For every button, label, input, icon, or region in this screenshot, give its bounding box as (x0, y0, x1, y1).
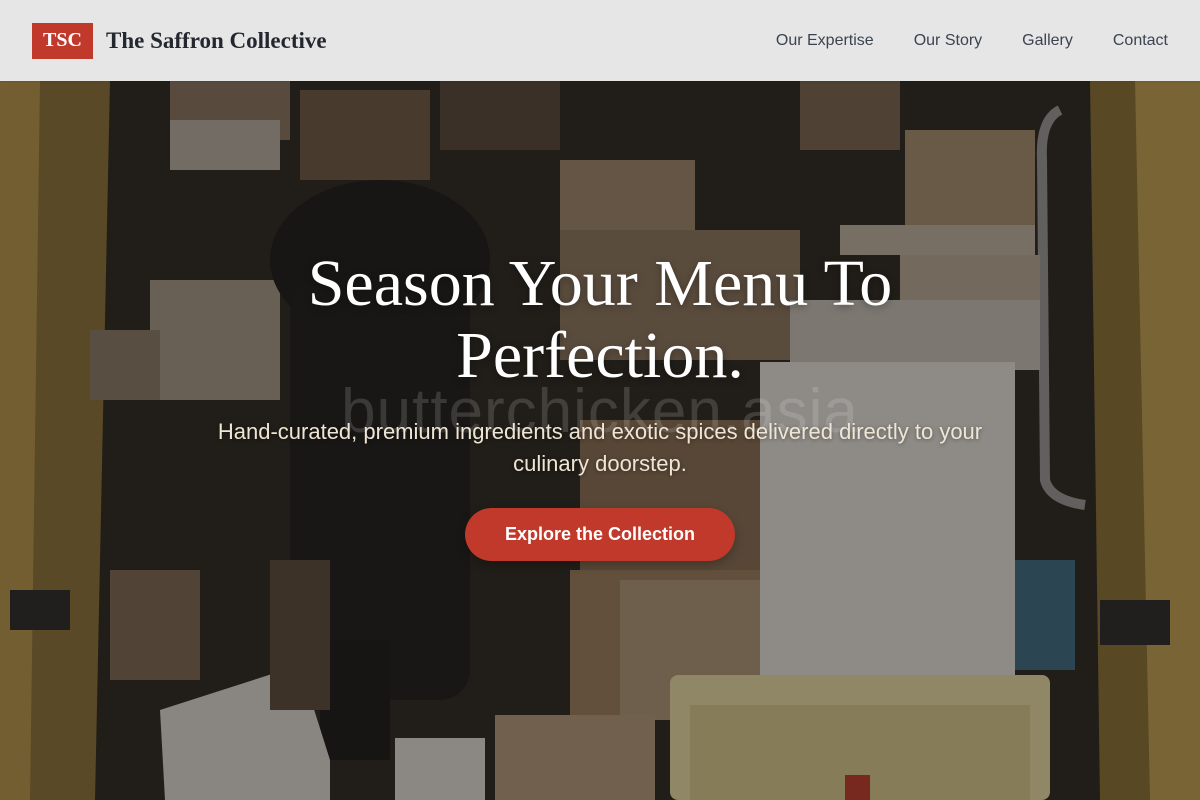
site-header: TSC The Saffron Collective Our Expertise… (0, 0, 1200, 81)
hero-title: Season Your Menu To Perfection. (307, 247, 893, 392)
brand-name: The Saffron Collective (106, 27, 327, 53)
nav-link-our-expertise[interactable]: Our Expertise (776, 32, 874, 50)
nav-link-our-story[interactable]: Our Story (914, 32, 982, 50)
nav-link-gallery[interactable]: Gallery (1022, 32, 1073, 50)
explore-collection-button[interactable]: Explore the Collection (465, 508, 735, 561)
brand-logo-link[interactable]: TSC The Saffron Collective (32, 22, 327, 59)
hero-content: Season Your Menu To Perfection. Hand-cur… (0, 248, 1200, 561)
logo-badge: TSC (32, 22, 93, 59)
nav-link-contact[interactable]: Contact (1113, 32, 1168, 50)
hero-subtitle: Hand-curated, premium ingredients and ex… (217, 419, 983, 476)
main-nav: Our Expertise Our Story Gallery Contact (736, 32, 1168, 50)
